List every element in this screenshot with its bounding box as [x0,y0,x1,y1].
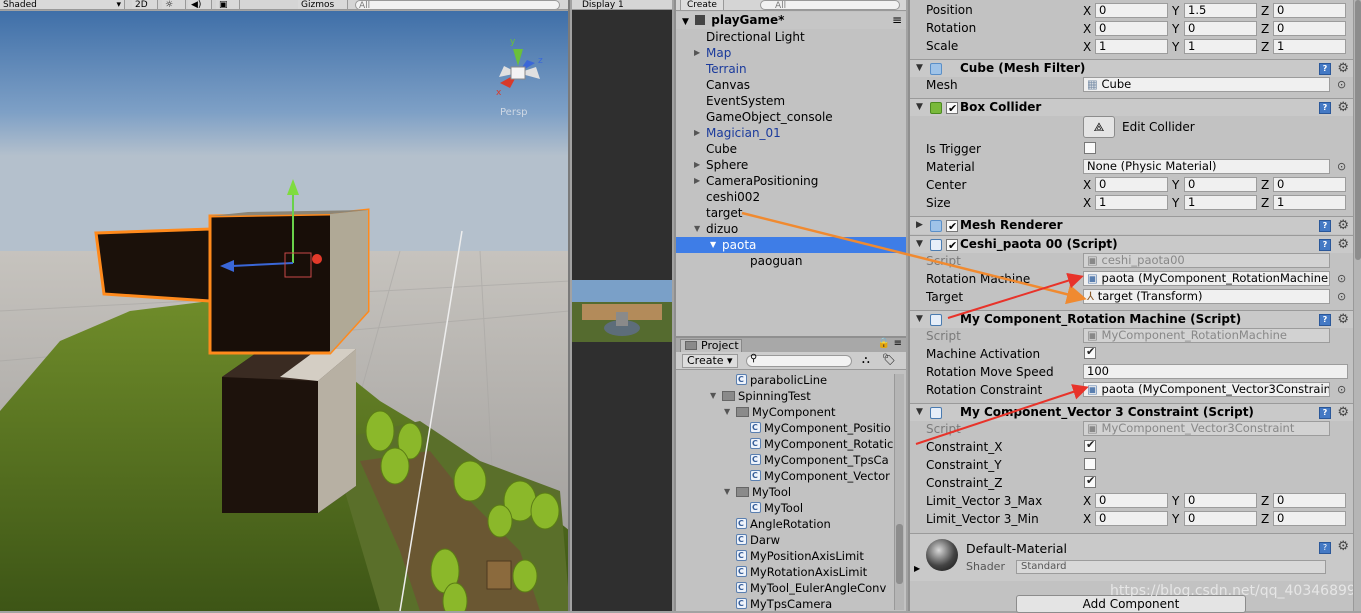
annotation-arrow-red [947,272,1084,319]
annotation-arrow-red [915,384,1089,445]
annotation-arrow-orange [741,211,1087,305]
annotation-overlay [741,211,1089,445]
